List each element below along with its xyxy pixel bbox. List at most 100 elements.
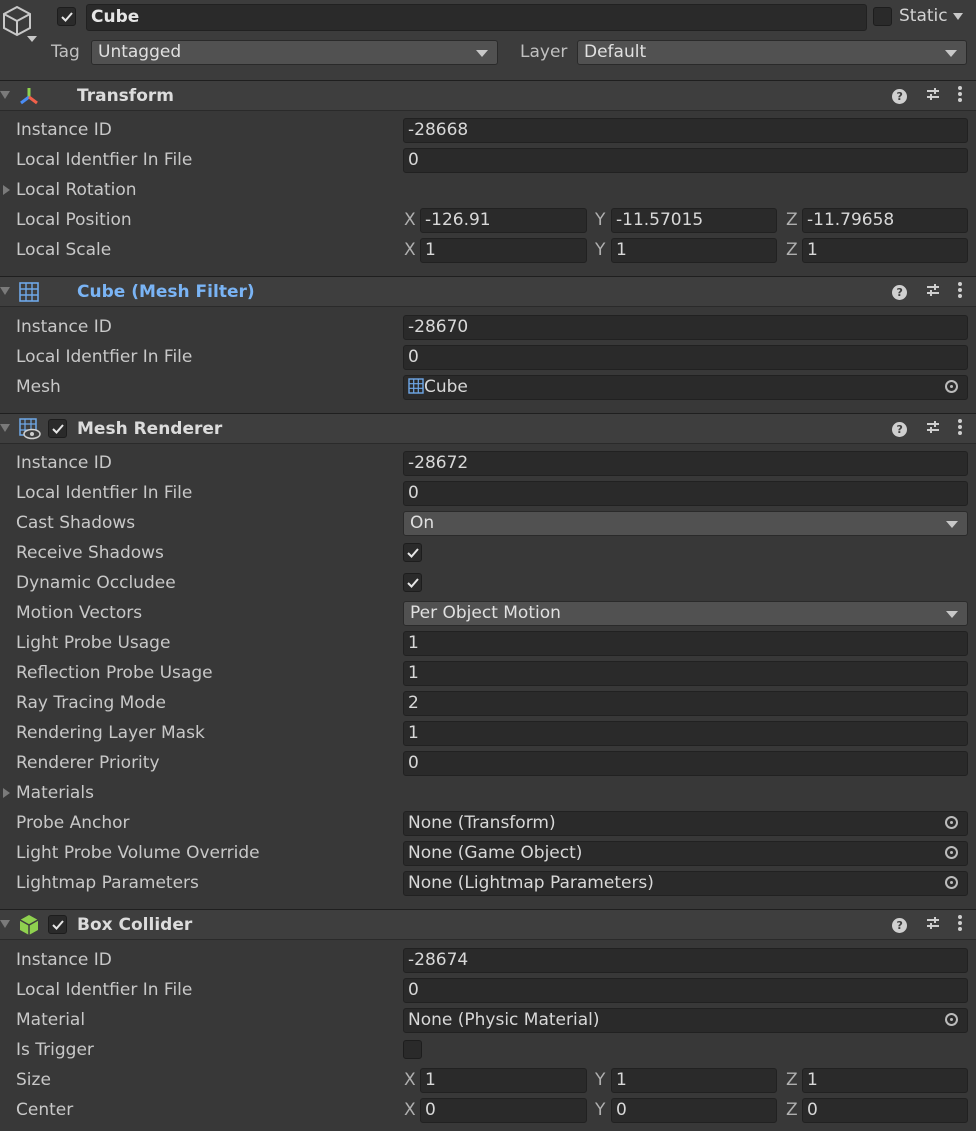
z-axis-label[interactable]: Z [786, 210, 798, 230]
mesh-renderer-icon [19, 418, 41, 445]
object-name-field[interactable]: Cube [86, 4, 867, 31]
light-probe-usage-field[interactable]: 1 [403, 631, 968, 656]
transform-icon [19, 86, 39, 111]
motion-vectors-dropdown[interactable]: Per Object Motion [403, 601, 968, 626]
help-icon[interactable]: ? [892, 918, 908, 933]
rendering-layer-mask-field[interactable]: 1 [403, 721, 968, 746]
position-x-field[interactable]: -126.91 [420, 208, 587, 233]
object-picker-icon[interactable] [945, 816, 958, 829]
size-z-field[interactable]: 1 [802, 1068, 968, 1093]
active-checkbox[interactable] [57, 7, 76, 26]
mesh-label: Mesh [16, 377, 61, 397]
mesh-grid-icon [19, 282, 39, 307]
local-scale-label: Local Scale [16, 240, 112, 260]
ray-tracing-mode-field[interactable]: 2 [403, 691, 968, 716]
light-probe-volume-override-field[interactable]: None (Game Object) [403, 841, 968, 866]
foldout-right-icon[interactable] [3, 185, 10, 195]
mesh-object-field[interactable]: Cube [403, 375, 968, 400]
mesh-renderer-header[interactable]: Mesh Renderer ? [0, 413, 976, 444]
header-actions: ? [880, 419, 962, 439]
scale-y-field[interactable]: 1 [611, 238, 777, 263]
y-axis-label[interactable]: Y [595, 1070, 605, 1090]
material-value: None (Physic Material) [408, 1010, 600, 1030]
object-picker-icon[interactable] [945, 380, 958, 393]
help-icon[interactable]: ? [892, 285, 908, 300]
presets-icon[interactable] [925, 419, 941, 440]
cast-shadows-dropdown[interactable]: On [403, 511, 968, 536]
presets-icon[interactable] [925, 915, 941, 936]
help-icon[interactable]: ? [892, 422, 908, 437]
scale-z-field[interactable]: 1 [802, 238, 968, 263]
dynamic-occludee-checkbox[interactable] [403, 573, 422, 592]
layer-value: Default [584, 42, 647, 62]
transform-header[interactable]: Transform ? [0, 80, 976, 111]
mesh-filter-header[interactable]: Cube (Mesh Filter) ? [0, 276, 976, 307]
y-axis-label[interactable]: Y [595, 1100, 605, 1120]
box-collider-header[interactable]: Box Collider ? [0, 909, 976, 940]
renderer-priority-field[interactable]: 0 [403, 751, 968, 776]
z-axis-label[interactable]: Z [786, 1100, 798, 1120]
position-z-field[interactable]: -11.79658 [802, 208, 968, 233]
y-axis-label[interactable]: Y [595, 210, 605, 230]
static-dropdown-caret[interactable] [953, 13, 963, 20]
local-id-label: Local Identfier In File [16, 483, 193, 503]
more-menu-icon[interactable] [958, 282, 962, 303]
local-id-field[interactable]: 0 [403, 481, 968, 506]
reflection-probe-usage-field[interactable]: 1 [403, 661, 968, 686]
position-y-field[interactable]: -11.57015 [611, 208, 777, 233]
instance-id-field[interactable]: -28668 [403, 118, 968, 143]
tag-dropdown[interactable]: Untagged [91, 40, 498, 65]
center-z-field[interactable]: 0 [802, 1098, 968, 1123]
instance-id-field[interactable]: -28670 [403, 315, 968, 340]
more-menu-icon[interactable] [958, 915, 962, 936]
lightmap-parameters-field[interactable]: None (Lightmap Parameters) [403, 871, 968, 896]
chevron-down-icon [946, 521, 958, 528]
presets-icon[interactable] [925, 86, 941, 107]
x-axis-label[interactable]: X [404, 240, 416, 260]
center-y-field[interactable]: 0 [611, 1098, 777, 1123]
more-menu-icon[interactable] [958, 419, 962, 440]
foldout-arrow-icon[interactable] [0, 287, 10, 295]
instance-id-label: Instance ID [16, 317, 112, 337]
layer-dropdown[interactable]: Default [577, 40, 967, 65]
local-rotation-label[interactable]: Local Rotation [16, 180, 137, 200]
center-label: Center [16, 1100, 74, 1120]
instance-id-field[interactable]: -28674 [403, 948, 968, 973]
z-axis-label[interactable]: Z [786, 1070, 798, 1090]
motion-vectors-value: Per Object Motion [410, 603, 561, 623]
x-axis-label[interactable]: X [404, 1100, 416, 1120]
mesh-renderer-enabled-checkbox[interactable] [48, 419, 67, 438]
object-picker-icon[interactable] [945, 1013, 958, 1026]
local-id-field[interactable]: 0 [403, 345, 968, 370]
materials-label[interactable]: Materials [16, 783, 94, 803]
size-y-field[interactable]: 1 [611, 1068, 777, 1093]
y-axis-label[interactable]: Y [595, 240, 605, 260]
local-id-field[interactable]: 0 [403, 978, 968, 1003]
center-x-field[interactable]: 0 [420, 1098, 587, 1123]
scale-x-field[interactable]: 1 [420, 238, 587, 263]
foldout-arrow-icon[interactable] [0, 424, 10, 432]
instance-id-field[interactable]: -28672 [403, 451, 968, 476]
icon-dropdown-caret[interactable] [27, 36, 37, 42]
object-picker-icon[interactable] [945, 846, 958, 859]
help-icon[interactable]: ? [892, 89, 908, 104]
material-field[interactable]: None (Physic Material) [403, 1008, 968, 1033]
foldout-arrow-icon[interactable] [0, 920, 10, 928]
presets-icon[interactable] [925, 282, 941, 303]
foldout-right-icon[interactable] [3, 788, 10, 798]
local-id-field[interactable]: 0 [403, 148, 968, 173]
object-picker-icon[interactable] [945, 876, 958, 889]
static-checkbox[interactable] [873, 7, 892, 26]
z-axis-label[interactable]: Z [786, 240, 798, 260]
probe-anchor-field[interactable]: None (Transform) [403, 811, 968, 836]
receive-shadows-checkbox[interactable] [403, 543, 422, 562]
object-header: Cube Static Tag Untagged Layer Default [0, 0, 976, 81]
is-trigger-checkbox[interactable] [403, 1040, 422, 1059]
size-x-field[interactable]: 1 [420, 1068, 587, 1093]
more-menu-icon[interactable] [958, 86, 962, 107]
box-collider-enabled-checkbox[interactable] [48, 915, 67, 934]
static-label[interactable]: Static [899, 6, 948, 26]
x-axis-label[interactable]: X [404, 1070, 416, 1090]
foldout-arrow-icon[interactable] [0, 91, 10, 99]
x-axis-label[interactable]: X [404, 210, 416, 230]
